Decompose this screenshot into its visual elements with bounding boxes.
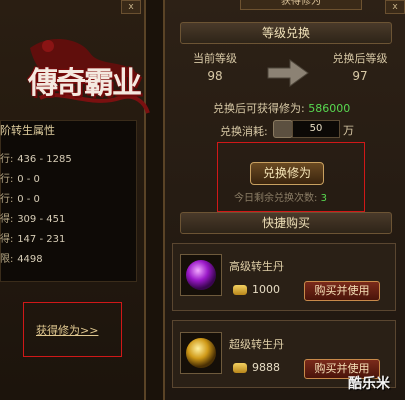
attribute-row: 行: 0 - 0 (0, 194, 40, 205)
item-name: 高级转生丹 (229, 260, 284, 273)
exp-gain-line: 兑换后可获得修为: 586000 (213, 100, 350, 116)
purple-orb-icon[interactable] (180, 254, 222, 296)
item-name: 超级转生丹 (229, 338, 284, 351)
attribute-row: 行: 436 - 1285 (0, 154, 72, 165)
quick-buy-header: 快捷购买 (180, 212, 392, 234)
attribute-row: 得: 147 - 231 (0, 234, 66, 245)
exp-gain-label: 兑换后可获得修为: (213, 102, 305, 115)
close-button[interactable]: x (385, 0, 405, 14)
remaining-times-line: 今日剩余兑换次数: 3 (234, 193, 327, 204)
level-exchange-header: 等级兑换 (180, 22, 392, 44)
attribute-row: 行: 0 - 0 (0, 174, 40, 185)
current-level-label: 当前等级 (193, 52, 237, 65)
after-level-label: 兑换后等级 (332, 52, 388, 65)
window-title: 获得修为 (240, 0, 362, 10)
left-close-button[interactable]: x (121, 0, 141, 14)
gold-orb-icon[interactable] (180, 332, 222, 374)
item-price: 9888 (252, 361, 280, 374)
buy-and-use-button[interactable]: 购买并使用 (304, 281, 380, 301)
cost-label: 兑换消耗: (220, 125, 268, 138)
cost-unit: 万 (343, 124, 354, 137)
cost-field: 50 (292, 120, 340, 138)
after-level-value: 97 (352, 69, 368, 83)
gold-ingot-icon (233, 363, 247, 373)
coin-icon (273, 120, 293, 138)
game-logo-text: 傳奇霸业 (28, 66, 142, 101)
remaining-times-value: 3 (320, 193, 327, 204)
attribute-title: 阶转生属性 (0, 124, 55, 137)
exp-gain-value: 586000 (308, 102, 351, 115)
attribute-row: 得: 309 - 451 (0, 214, 66, 225)
current-level-value: 98 (207, 69, 223, 83)
exchange-button[interactable]: 兑换修为 (250, 162, 324, 185)
site-watermark: 酷乐米 (348, 376, 390, 392)
right-arrow-icon (267, 59, 309, 87)
item-price: 1000 (252, 283, 280, 296)
gold-ingot-icon (233, 285, 247, 295)
attribute-row: 限: 4498 (0, 254, 43, 265)
get-cultivation-link[interactable]: 获得修为>> (36, 322, 98, 338)
